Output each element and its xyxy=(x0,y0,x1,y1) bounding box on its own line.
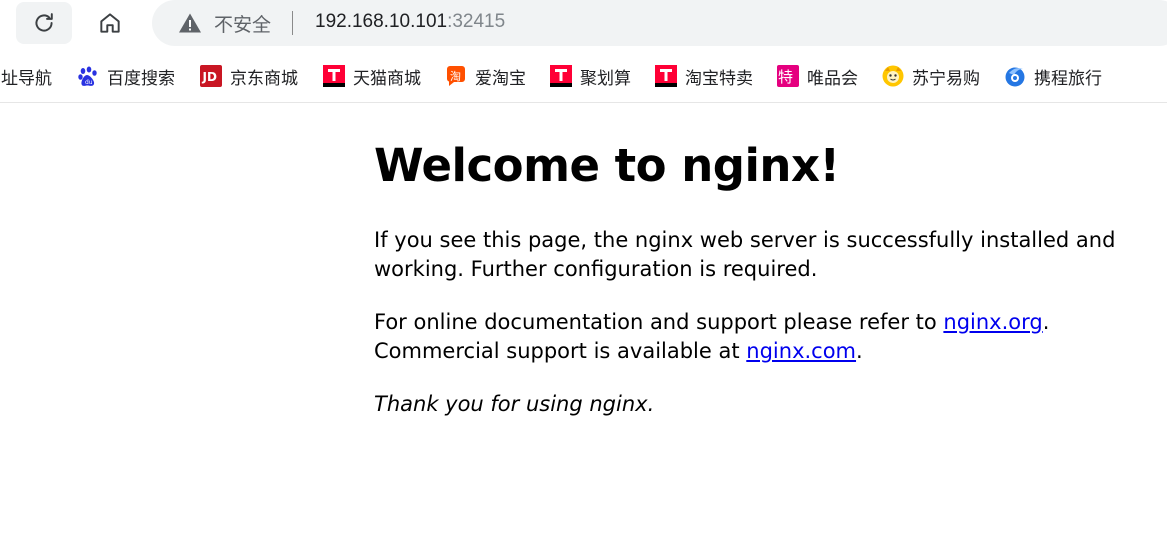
thanks-paragraph: Thank you for using nginx. xyxy=(374,392,655,416)
url-host: 192.168.10.101 xyxy=(315,11,448,32)
omnibox-separator xyxy=(292,11,293,35)
browser-chrome: 不安全 192.168.10.101:32415 网址导航 du 百度搜索 JD xyxy=(0,0,1167,103)
docs-period: . xyxy=(1042,310,1050,334)
security-label[interactable]: 不安全 xyxy=(214,10,271,37)
url-text[interactable]: 192.168.10.101:32415 xyxy=(315,11,505,33)
bookmark-label: 唯品会 xyxy=(807,68,858,89)
bookmark-label: 携程旅行 xyxy=(1034,68,1102,89)
juhuasuan-icon xyxy=(550,65,572,87)
bookmark-label: 淘宝特卖 xyxy=(685,68,753,89)
bookmark-label: 天猫商城 xyxy=(353,68,421,89)
aitaobao-icon: 淘 xyxy=(447,66,465,86)
bookmark-label: 爱淘宝 xyxy=(475,68,526,89)
commercial-text: Commercial support is available at xyxy=(374,339,747,363)
bookmark-juhuasuan[interactable]: 聚划算 xyxy=(550,58,631,94)
ctrip-icon xyxy=(1005,67,1025,87)
commercial-period: . xyxy=(856,339,863,363)
docs-paragraph: For online documentation and support ple… xyxy=(374,308,1154,366)
baidu-paw-icon: du xyxy=(78,66,97,86)
svg-text:特: 特 xyxy=(778,68,793,86)
bookmark-label: 百度搜索 xyxy=(107,68,175,89)
bookmark-baidu[interactable]: du 百度搜索 xyxy=(77,58,175,94)
vip-icon: 特 xyxy=(777,65,799,87)
home-button[interactable] xyxy=(82,2,138,44)
bookmark-label: 苏宁易购 xyxy=(912,68,980,89)
bookmark-label: 聚划算 xyxy=(580,68,631,89)
page-content: Welcome to nginx! If you see this page, … xyxy=(374,103,1154,419)
taobao-temai-icon xyxy=(655,65,677,87)
bookmark-tmall[interactable]: 天猫商城 xyxy=(323,58,421,94)
page-heading: Welcome to nginx! xyxy=(374,139,840,192)
docs-text: For online documentation and support ple… xyxy=(374,310,944,334)
reload-button[interactable] xyxy=(16,2,72,44)
browser-toolbar: 不安全 192.168.10.101:32415 xyxy=(0,0,1167,46)
bookmark-ctrip[interactable]: 携程旅行 xyxy=(1004,58,1102,94)
jd-icon: JD xyxy=(200,65,222,87)
bookmark-taobao-temai[interactable]: 淘宝特卖 xyxy=(655,58,753,94)
reload-icon xyxy=(35,13,53,32)
bookmarks-bar: 网址导航 du 百度搜索 JD 京东商城 xyxy=(0,58,1102,94)
svg-text:淘: 淘 xyxy=(450,70,461,83)
bookmark-vip[interactable]: 特 唯品会 xyxy=(777,58,858,94)
url-port: :32415 xyxy=(447,11,506,32)
svg-text:du: du xyxy=(85,79,93,86)
intro-paragraph: If you see this page, the nginx web serv… xyxy=(374,228,1116,281)
svg-text:JD: JD xyxy=(202,70,217,84)
nginx-com-link[interactable]: nginx.com xyxy=(746,339,856,363)
tmall-icon xyxy=(323,65,345,87)
bookmark-wangzhi-daohang[interactable]: 网址导航 xyxy=(0,58,52,94)
address-bar[interactable]: 不安全 192.168.10.101:32415 xyxy=(152,0,1167,46)
home-icon xyxy=(100,13,120,33)
bookmark-label: 京东商城 xyxy=(230,68,298,89)
bookmark-label: 网址导航 xyxy=(0,68,52,89)
bookmark-suning[interactable]: 苏宁易购 xyxy=(882,58,980,94)
warning-triangle-icon[interactable] xyxy=(178,11,202,35)
nginx-org-link[interactable]: nginx.org xyxy=(943,310,1042,334)
suning-icon xyxy=(882,65,904,87)
bookmark-aitaobao[interactable]: 淘 爱淘宝 xyxy=(445,58,526,94)
bookmark-jd[interactable]: JD 京东商城 xyxy=(200,58,298,94)
